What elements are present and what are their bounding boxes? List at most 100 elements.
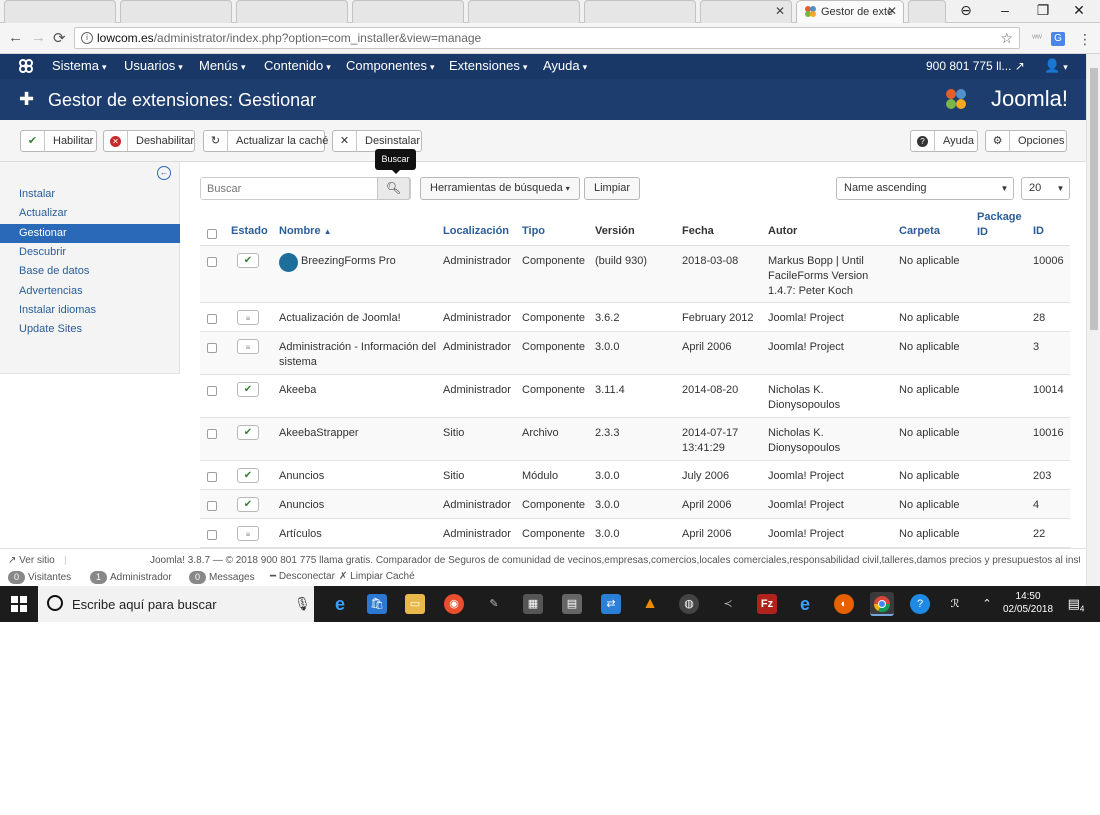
table-row[interactable]: ✔ BreezingForms Pro Administrador Compon… [200,246,1070,303]
extension-name[interactable]: Akeeba [279,383,316,398]
menu-usuarios[interactable]: Usuarios ▾ [124,58,183,73]
browser-tab-active[interactable]: Gestor de exte ✕ [796,0,904,23]
chevron-up-icon[interactable]: ⌃ [977,594,997,614]
file-explorer-icon[interactable]: ▭ [405,594,425,614]
browser-tab[interactable] [236,0,348,23]
header-estado[interactable]: Estado [231,225,268,237]
table-row[interactable]: 🔒︎ Actualización de Joomla! Administrado… [200,303,1070,332]
menu-sistema[interactable]: Sistema ▾ [52,58,107,73]
browser-tab[interactable] [120,0,232,23]
new-tab-button[interactable] [908,0,946,23]
sidebar-item-instalar-idiomas[interactable]: Instalar idiomas [0,301,180,320]
forward-icon[interactable]: → [31,29,46,46]
row-checkbox[interactable] [207,343,217,353]
browser-tab[interactable] [584,0,696,23]
reload-icon[interactable]: ⟳ [53,29,66,47]
extension-name[interactable]: AkeebaStrapper [279,426,359,441]
refresh-cache-button[interactable]: ↻ Actualizar la caché [203,130,328,152]
limit-select[interactable]: 20 ▼ [1021,177,1070,200]
joomla-menu-icon[interactable] [18,58,34,77]
header-id[interactable]: ID [1033,225,1044,237]
table-row[interactable]: ✔ AkeebaStrapper Sitio Archivo 2.3.3 201… [200,418,1070,461]
extension-name[interactable]: Artículos [279,527,322,542]
notifications-icon[interactable]: ▤4 [1066,594,1086,614]
sidebar-item-actualizar[interactable]: Actualizar [0,204,180,223]
row-checkbox[interactable] [207,429,217,439]
browser-tab[interactable] [352,0,464,23]
enabled-toggle[interactable]: ✔ [237,497,259,512]
back-icon[interactable]: ← [8,29,23,46]
edge-icon[interactable]: e [330,594,350,614]
system-clock[interactable]: 14:50 02/05/2018 [1003,590,1053,616]
extension-icon[interactable]: ʷʷ [1030,32,1044,46]
header-tipo[interactable]: Tipo [522,225,545,237]
header-version[interactable]: Versión [595,225,635,237]
options-button[interactable]: ⚙ Opciones [985,130,1067,152]
browser-tab[interactable] [4,0,116,23]
account-icon[interactable]: ⊖ [951,2,981,19]
microphone-icon[interactable]: 🎙︎ [294,596,311,612]
view-site-link[interactable]: ↗ Ver sitio [8,555,55,566]
windows-start-icon[interactable] [11,596,27,615]
sidebar-item-descubrir[interactable]: Descubrir [0,243,180,262]
calculator-icon[interactable]: ▦ [523,594,543,614]
help-icon[interactable]: ? [910,594,930,614]
table-row[interactable]: 🔒︎ Artículos Administrador Componente 3.… [200,519,1070,548]
vlc-icon[interactable]: ▲ [640,594,660,614]
menu-ayuda[interactable]: Ayuda ▾ [543,58,587,73]
sidebar-item-update-sites[interactable]: Update Sites [0,320,180,339]
teamviewer-icon[interactable]: ⇄ [601,594,621,614]
header-package-id[interactable]: Package ID [977,210,1027,240]
search-button[interactable]: 🔍︎ [377,177,410,200]
search-input[interactable] [201,178,379,199]
chrome-icon[interactable] [870,592,894,616]
row-checkbox[interactable] [207,386,217,396]
table-row[interactable]: 🔒︎ Administración - Información del sist… [200,332,1070,375]
browser-tab[interactable]: ✕ [700,0,792,23]
info-icon[interactable]: i [81,32,93,44]
browser-tab[interactable] [468,0,580,23]
clear-button[interactable]: Limpiar [584,177,641,200]
page-scrollbar[interactable] [1086,54,1100,586]
address-bar[interactable]: i lowcom.es/administrator/index.php?opti… [74,27,1020,49]
site-phone-link[interactable]: 900 801 775 ll... ↗ [926,59,1025,73]
enabled-toggle[interactable]: ✔ [237,382,259,397]
enabled-toggle[interactable]: ✔ [237,468,259,483]
help-button[interactable]: ? Ayuda [910,130,978,152]
clear-cache-link[interactable]: ✗ Limpiar Caché [339,571,415,582]
close-window-icon[interactable]: ✕ [1064,2,1094,19]
enable-button[interactable]: ✔ Habilitar [20,130,97,152]
close-icon[interactable]: ✕ [775,4,785,18]
header-localizacion[interactable]: Localización [443,225,509,237]
url-text[interactable]: lowcom.es/administrator/index.php?option… [97,31,481,45]
row-checkbox[interactable] [207,472,217,482]
filezilla-icon[interactable]: Fz [757,594,777,614]
header-carpeta[interactable]: Carpeta [899,225,940,237]
app-icon[interactable]: ◉ [444,594,464,614]
scrollbar-thumb[interactable] [1090,68,1098,330]
internet-explorer-icon[interactable]: e [795,594,815,614]
user-menu-icon[interactable]: 👤 ▾ [1044,58,1068,74]
table-row[interactable]: ✔ Anuncios Sitio Módulo 3.0.0 July 2006 … [200,461,1070,490]
extension-name[interactable]: Anuncios [279,498,324,513]
header-nombre[interactable]: Nombre ▲ [279,225,332,237]
search-tools-button[interactable]: Herramientas de búsqueda ▾ [420,177,580,200]
enabled-toggle[interactable]: ✔ [237,425,259,440]
restore-icon[interactable]: ❐ [1028,2,1058,19]
row-checkbox[interactable] [207,501,217,511]
extension-name[interactable]: Anuncios [279,469,324,484]
menu-componentes[interactable]: Componentes ▾ [346,58,434,73]
globe-icon[interactable]: ◍ [679,594,699,614]
row-checkbox[interactable] [207,530,217,540]
sidebar-item-advertencias[interactable]: Advertencias [0,282,180,301]
app-icon[interactable]: ≺ [718,594,738,614]
store-icon[interactable]: 🛍︎ [367,594,387,614]
minimize-icon[interactable]: – [990,2,1020,18]
logout-link[interactable]: ━ Desconectar [270,571,335,582]
extension-name[interactable]: Actualización de Joomla! [279,311,401,326]
table-row[interactable]: ✔ Anuncios Administrador Componente 3.0.… [200,490,1070,519]
tools-icon[interactable]: ✎ [484,594,504,614]
sidebar-collapse-icon[interactable]: ← [157,166,171,180]
menu-extensiones[interactable]: Extensiones ▾ [449,58,527,73]
media-icon[interactable]: ▤ [562,594,582,614]
